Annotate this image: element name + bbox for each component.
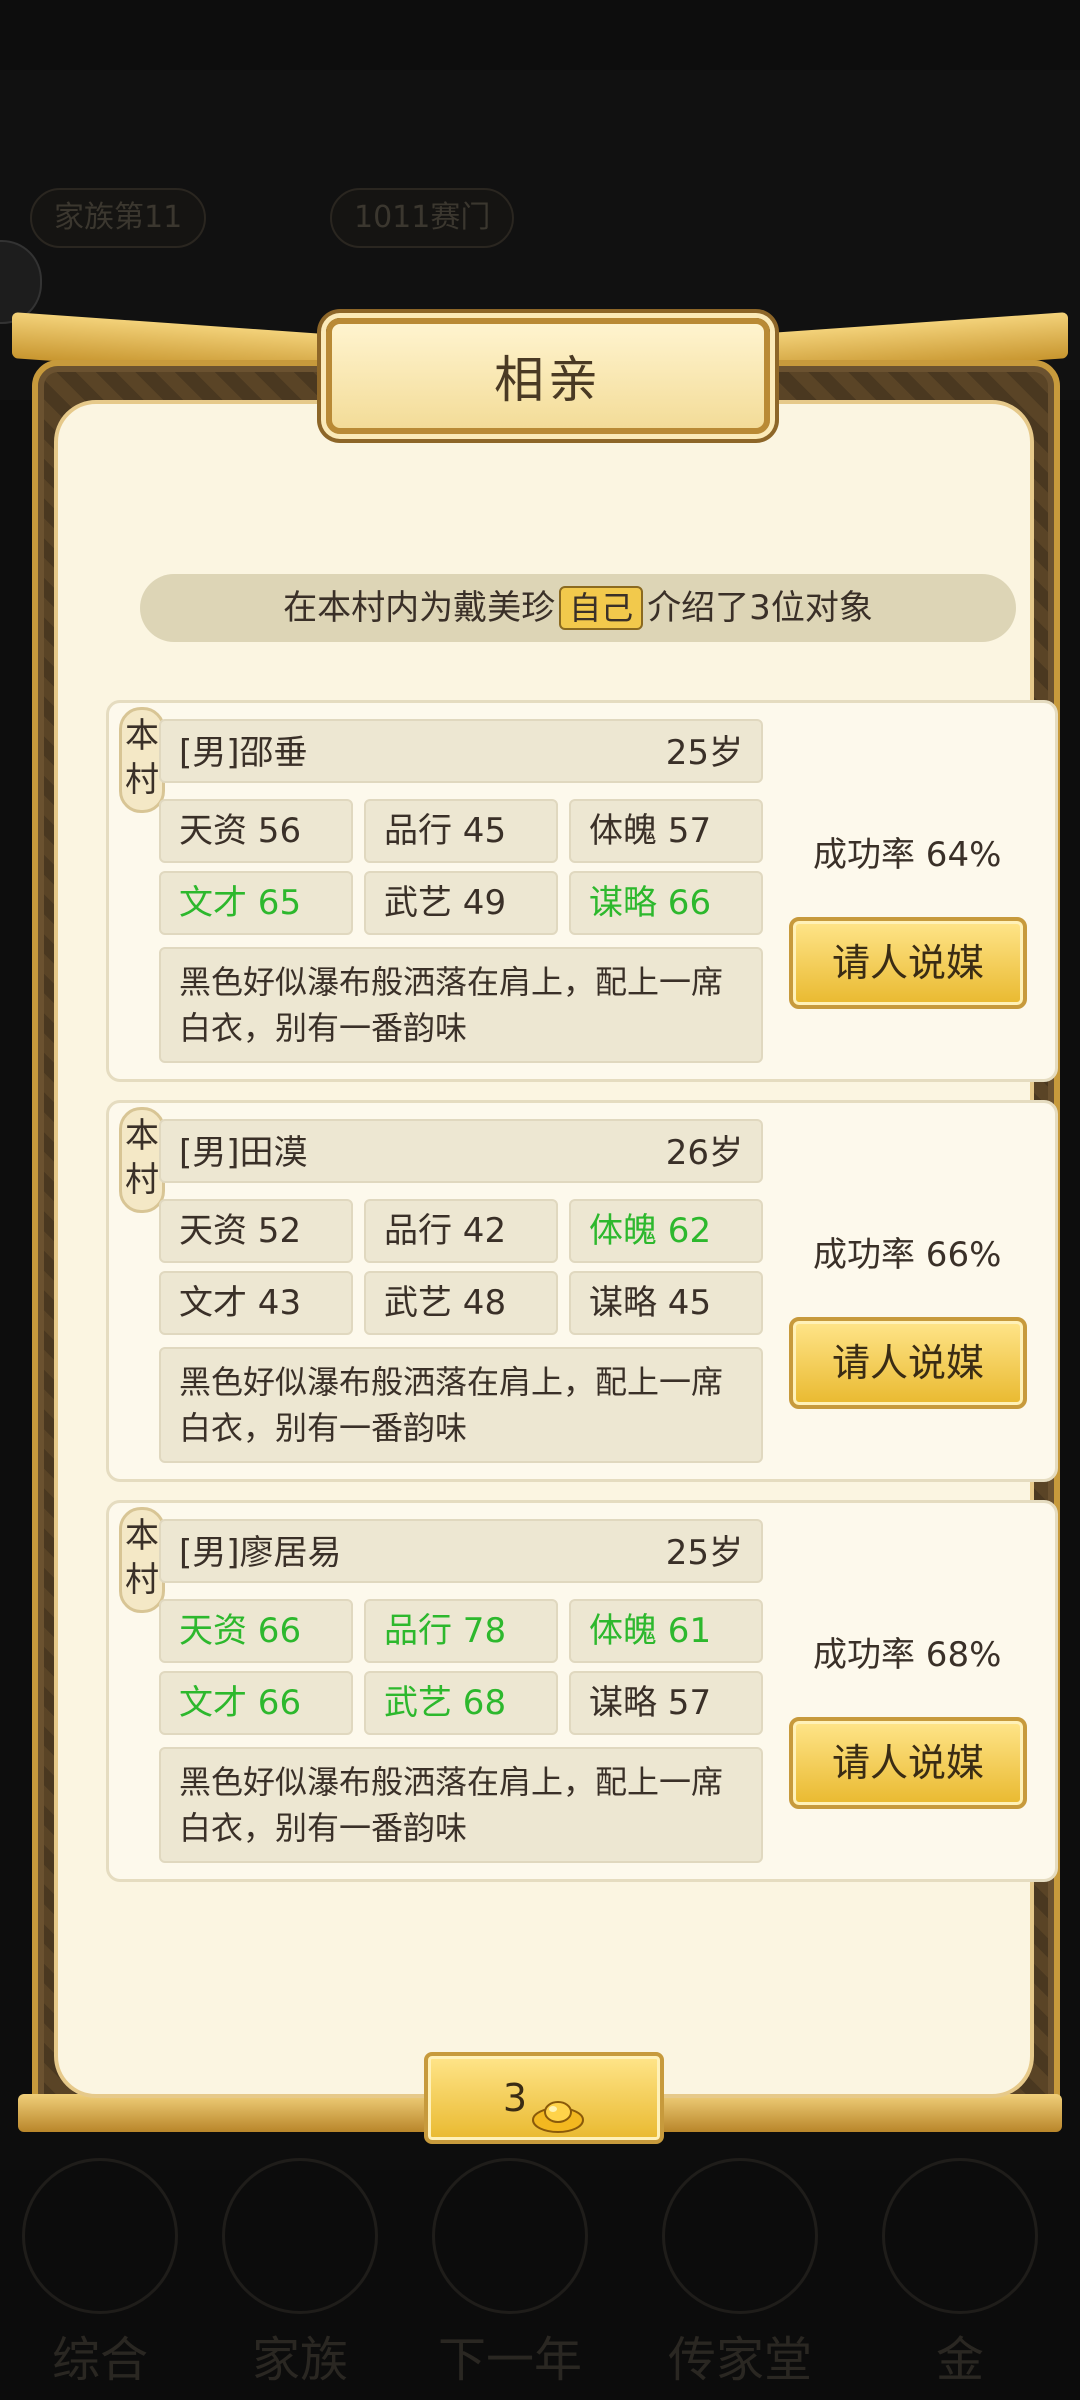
candidate-name: [男]田漠: [179, 1133, 308, 1173]
background-nav-item: 下一年: [430, 2158, 590, 2390]
self-badge: 自己: [559, 586, 644, 630]
background-rank-pill: 家族第11: [30, 188, 207, 248]
background-nav-item: 传家堂: [660, 2158, 820, 2390]
stat-strategy: 谋略 66: [569, 871, 763, 935]
stat-martial: 武艺 49: [364, 871, 558, 935]
matchmake-button[interactable]: 请人说媒: [789, 917, 1027, 1009]
stat-physique: 体魄 57: [569, 799, 763, 863]
background-title-pill: 1011赛门: [330, 188, 515, 248]
background-nav-item: 综合: [20, 2158, 180, 2390]
stat-martial: 武艺 68: [364, 1671, 558, 1735]
candidate-age: 26岁: [665, 1133, 743, 1173]
candidate-name-row: [男]廖居易 25岁: [159, 1519, 763, 1583]
success-rate: 成功率 66%: [813, 1235, 1002, 1275]
stat-morality: 品行 42: [364, 1199, 558, 1263]
intro-prefix: 在本村内为戴美珍: [283, 588, 556, 628]
stat-literary: 文才 66: [159, 1671, 353, 1735]
stat-strategy: 谋略 57: [569, 1671, 763, 1735]
candidate-name: [男]邵垂: [179, 733, 308, 773]
success-rate: 成功率 64%: [813, 835, 1002, 875]
stat-strategy: 谋略 45: [569, 1271, 763, 1335]
intro-suffix: 介绍了3位对象: [647, 588, 873, 628]
dialog-title: 相亲: [326, 318, 770, 434]
success-rate: 成功率 68%: [813, 1635, 1002, 1675]
stat-physique: 体魄 62: [569, 1199, 763, 1263]
intro-banner: 在本村内为戴美珍 自己 介绍了3位对象: [140, 574, 1016, 642]
stat-talent: 天资 66: [159, 1599, 353, 1663]
candidate-name-row: [男]邵垂 25岁: [159, 719, 763, 783]
candidate-card: 本村 [男]邵垂 25岁 天资 56 品行 45 体魄 57 文才 65 武艺 …: [106, 700, 1058, 1082]
stat-literary: 文才 43: [159, 1271, 353, 1335]
background-nav-item: 金: [880, 2158, 1040, 2390]
candidate-card: 本村 [男]田漠 26岁 天资 52 品行 42 体魄 62 文才 43 武艺 …: [106, 1100, 1058, 1482]
refresh-cost: 3: [502, 2076, 528, 2120]
refresh-button[interactable]: 3: [424, 2052, 664, 2144]
stat-morality: 品行 78: [364, 1599, 558, 1663]
stat-martial: 武艺 48: [364, 1271, 558, 1335]
candidate-age: 25岁: [665, 733, 743, 773]
candidate-description: 黑色好似瀑布般洒落在肩上，配上一席白衣，别有一番韵味: [159, 1747, 763, 1863]
candidate-description: 黑色好似瀑布般洒落在肩上，配上一席白衣，别有一番韵味: [159, 1347, 763, 1463]
stat-talent: 天资 52: [159, 1199, 353, 1263]
background-bottom-nav: 综合 家族 下一年 传家堂 金: [0, 2158, 1080, 2400]
candidate-name: [男]廖居易: [179, 1533, 342, 1573]
stat-literary: 文才 65: [159, 871, 353, 935]
candidate-description: 黑色好似瀑布般洒落在肩上，配上一席白衣，别有一番韵味: [159, 947, 763, 1063]
background-nav-item: 家族: [220, 2158, 380, 2390]
stat-morality: 品行 45: [364, 799, 558, 863]
stat-physique: 体魄 61: [569, 1599, 763, 1663]
gold-ingot-icon: [531, 2079, 585, 2133]
stat-talent: 天资 56: [159, 799, 353, 863]
dialog-panel: 在本村内为戴美珍 自己 介绍了3位对象 本村 [男]邵垂 25岁 天资 56 品行 …: [54, 400, 1058, 2144]
candidate-card: 本村 [男]廖居易 25岁 天资 66 品行 78 体魄 61 文才 66 武艺…: [106, 1500, 1058, 1882]
candidate-name-row: [男]田漠 26岁: [159, 1119, 763, 1183]
candidate-age: 25岁: [665, 1533, 743, 1573]
matchmake-button[interactable]: 请人说媒: [789, 1717, 1027, 1809]
matchmake-button[interactable]: 请人说媒: [789, 1317, 1027, 1409]
matchmaking-dialog: 在本村内为戴美珍 自己 介绍了3位对象 本村 [男]邵垂 25岁 天资 56 品行 …: [12, 312, 1068, 2154]
